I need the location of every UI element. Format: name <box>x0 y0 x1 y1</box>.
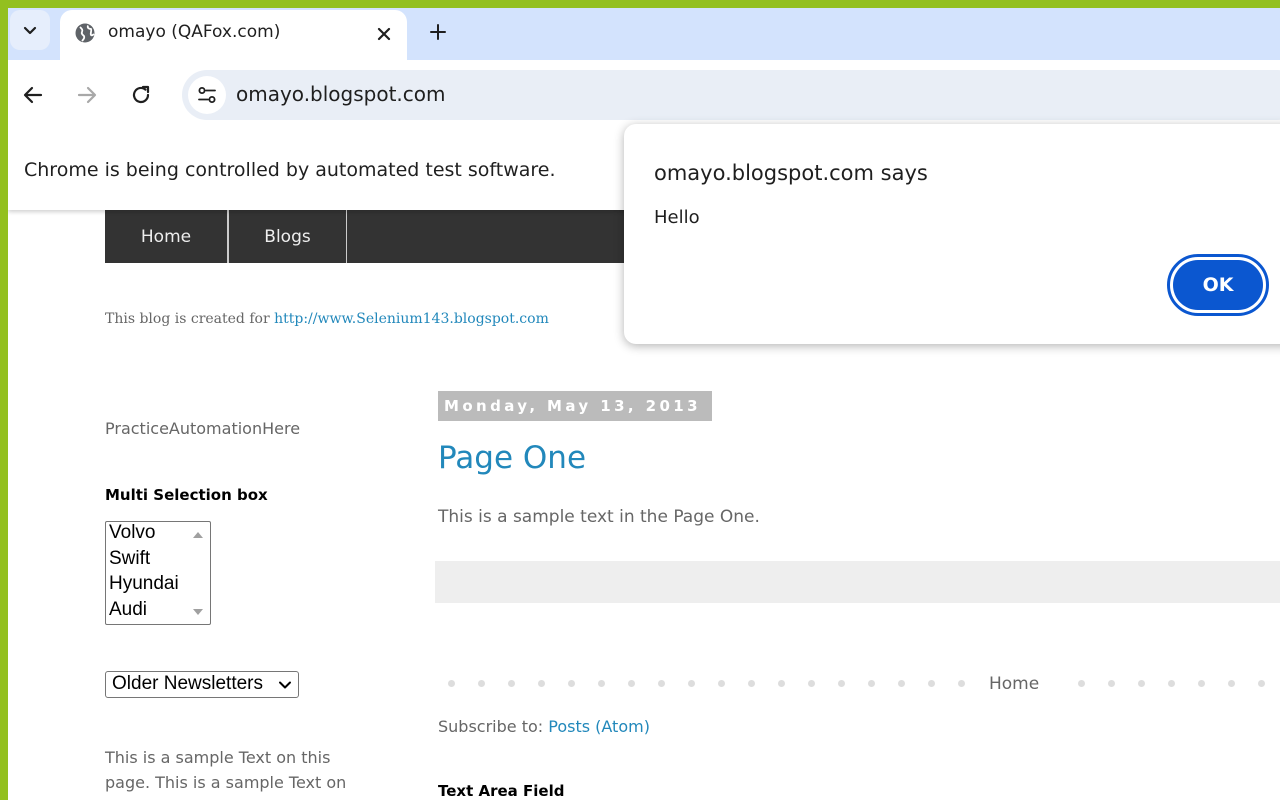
divider-dot <box>718 680 725 687</box>
ok-button-label: OK <box>1173 260 1263 310</box>
divider-dot <box>598 680 605 687</box>
plus-icon <box>430 24 446 40</box>
alert-dialog: omayo.blogspot.com says Hello OK <box>624 124 1280 344</box>
globe-icon <box>75 23 95 43</box>
arrow-right-icon <box>77 86 97 104</box>
tune-icon <box>198 87 216 103</box>
scroll-down-arrow-icon[interactable] <box>193 609 203 615</box>
close-tab-button[interactable] <box>370 20 398 48</box>
divider-dot <box>538 680 545 687</box>
close-icon <box>377 27 391 41</box>
tab-title: omayo (QAFox.com) <box>108 22 281 42</box>
subscribe-label: Subscribe to: <box>438 717 544 736</box>
address-bar[interactable]: omayo.blogspot.com <box>182 70 1280 120</box>
nav-blogs[interactable]: Blogs <box>228 210 347 263</box>
sidebar-title: PracticeAutomationHere <box>105 419 301 438</box>
divider-dot <box>568 680 575 687</box>
text-area-heading: Text Area Field <box>438 782 565 800</box>
selenium143-link[interactable]: http://www.Selenium143.blogspot.com <box>274 311 549 327</box>
reload-button[interactable] <box>121 75 161 115</box>
subscribe-line: Subscribe to: Posts (Atom) <box>438 717 650 736</box>
divider-dot <box>448 680 455 687</box>
tab-search-button[interactable] <box>10 10 50 50</box>
back-button[interactable] <box>13 75 53 115</box>
post-title-link[interactable]: Page One <box>438 440 586 476</box>
listbox-scrollbar[interactable] <box>187 523 209 623</box>
dialog-title: omayo.blogspot.com says <box>654 161 928 185</box>
dropdown-selected-value: Older Newsletters <box>112 673 263 694</box>
multi-selection-heading: Multi Selection box <box>105 486 268 504</box>
list-option-swift[interactable]: Swift <box>109 548 150 570</box>
divider-dot <box>478 680 485 687</box>
sidebar-sample-text: This is a sample Text on this page. This… <box>105 748 347 792</box>
ok-button[interactable]: OK <box>1167 254 1269 316</box>
url-text: omayo.blogspot.com <box>236 82 446 106</box>
browser-toolbar: omayo.blogspot.com <box>8 60 1280 130</box>
divider-dot <box>688 680 695 687</box>
tab-strip: omayo (QAFox.com) <box>8 8 1280 60</box>
browser-tab[interactable]: omayo (QAFox.com) <box>60 10 407 60</box>
list-option-audi[interactable]: Audi <box>109 599 147 621</box>
new-tab-button[interactable] <box>420 14 456 50</box>
arrow-left-icon <box>23 86 43 104</box>
dialog-message: Hello <box>654 207 700 228</box>
divider-dot <box>1108 680 1115 687</box>
multi-selection-listbox[interactable]: Volvo Swift Hyundai Audi <box>105 521 211 625</box>
newsletters-dropdown[interactable]: Older Newsletters <box>105 671 299 698</box>
divider-dot <box>838 680 845 687</box>
divider-dot <box>958 680 965 687</box>
divider-dot <box>1198 680 1205 687</box>
divider-dot <box>748 680 755 687</box>
created-prefix: This blog is created for <box>105 311 270 327</box>
forward-button[interactable] <box>67 75 107 115</box>
divider-dot <box>1258 680 1265 687</box>
divider-dot <box>508 680 515 687</box>
chevron-down-icon <box>279 681 291 689</box>
reload-icon <box>132 85 150 104</box>
created-for-text: This blog is created for http://www.Sele… <box>105 311 549 327</box>
divider-dot <box>1138 680 1145 687</box>
post-date-header: Monday, May 13, 2013 <box>438 391 712 421</box>
divider-dot <box>1228 680 1235 687</box>
nav-home[interactable]: Home <box>105 210 228 263</box>
divider-dot <box>628 680 635 687</box>
post-body-text: This is a sample text in the Page One. <box>438 507 760 527</box>
divider-dot <box>778 680 785 687</box>
divider-dot <box>1078 680 1085 687</box>
divider-dot <box>808 680 815 687</box>
scroll-up-arrow-icon[interactable] <box>193 532 203 538</box>
posts-atom-link[interactable]: Posts (Atom) <box>548 717 650 736</box>
post-footer-band <box>435 561 1280 603</box>
divider-dot <box>898 680 905 687</box>
chevron-down-icon <box>23 26 37 35</box>
footer-home-link[interactable]: Home <box>989 674 1039 694</box>
divider-dot <box>928 680 935 687</box>
dotted-divider <box>438 675 1280 695</box>
list-option-volvo[interactable]: Volvo <box>109 522 155 544</box>
divider-dot <box>658 680 665 687</box>
divider-dot <box>868 680 875 687</box>
list-option-hyundai[interactable]: Hyundai <box>109 573 179 595</box>
divider-dot <box>1168 680 1175 687</box>
site-info-button[interactable] <box>188 76 226 114</box>
infobar-text: Chrome is being controlled by automated … <box>24 159 556 181</box>
